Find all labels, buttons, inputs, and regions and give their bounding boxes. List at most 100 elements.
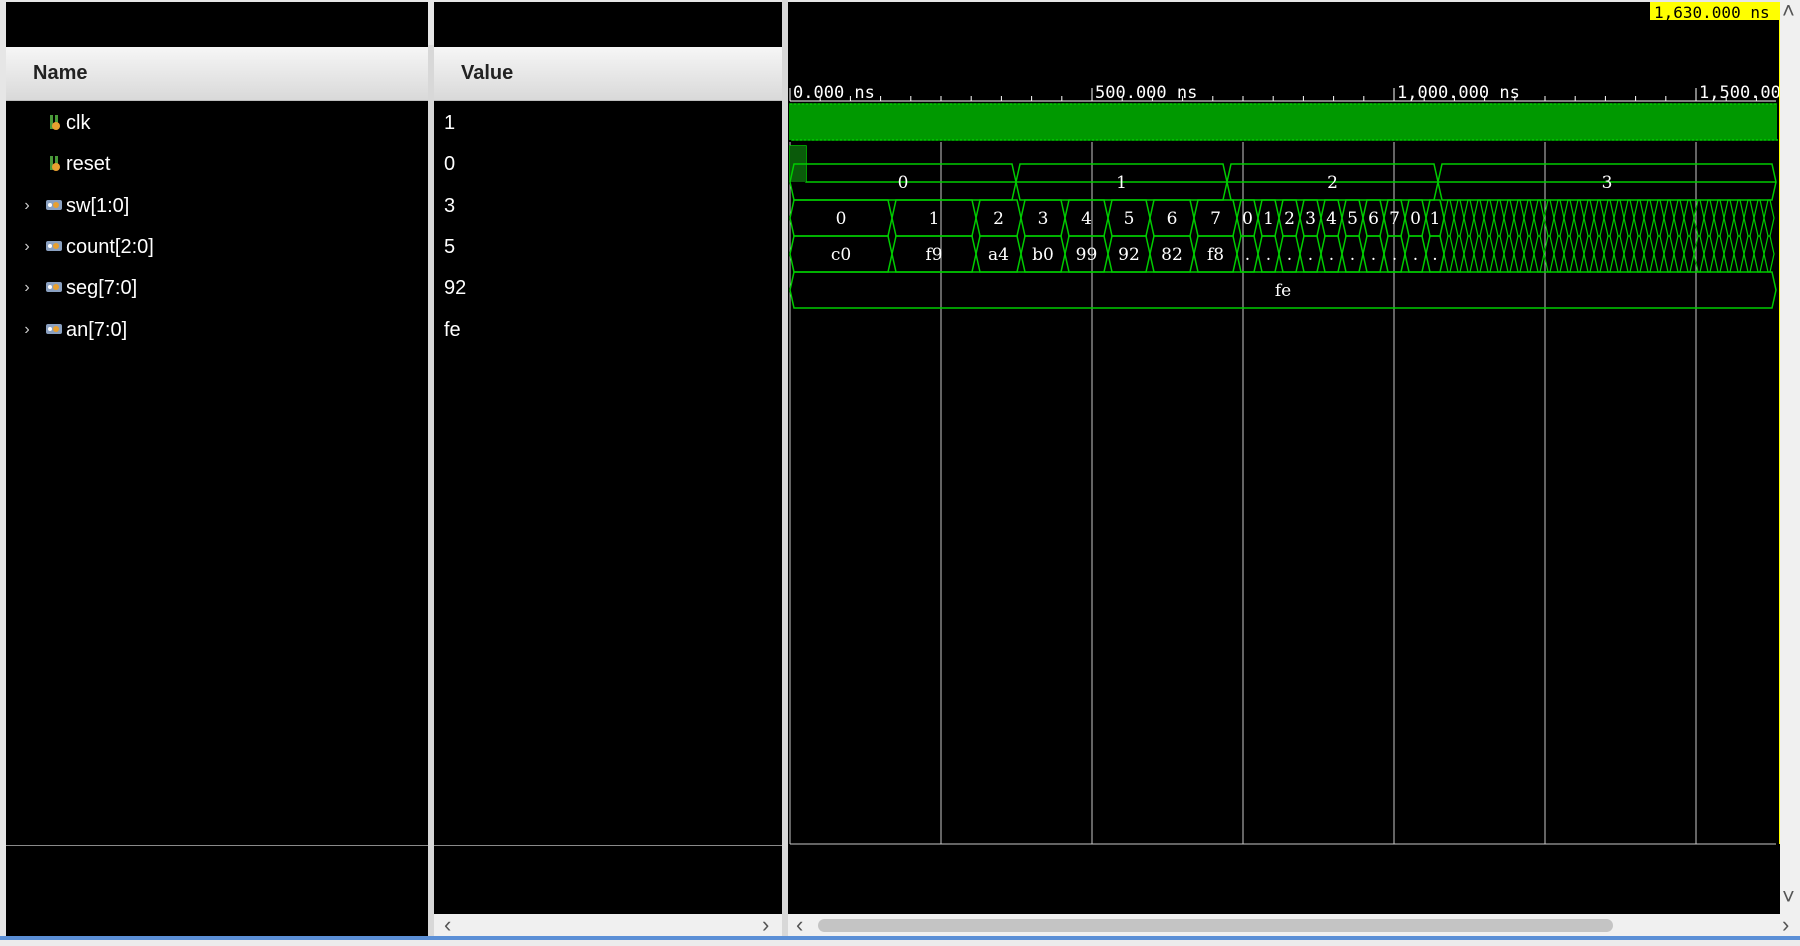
signal-value: 3	[444, 194, 456, 217]
count-dense-segment	[1503, 199, 1515, 237]
count-dense-segment	[1633, 199, 1645, 237]
seg-value-label: f8	[1207, 245, 1224, 265]
name-column-header[interactable]: Name	[6, 47, 428, 101]
count-dense-segment	[1703, 199, 1715, 237]
value-column-header[interactable]: Value	[434, 47, 782, 101]
wave-horizontal-scrollbar[interactable]: ‹ ›	[788, 914, 1800, 936]
signal-value: 92	[444, 276, 467, 299]
seg-value-label: .	[1432, 245, 1437, 265]
seg-dense-segment	[1613, 235, 1625, 273]
wave-scroll-left-icon[interactable]: ‹	[796, 914, 803, 936]
seg-dense-segment	[1553, 235, 1565, 273]
seg-value-label: .	[1245, 245, 1250, 265]
ruler-label: 0.000 ns	[793, 83, 875, 103]
seg-value-label: f9	[925, 245, 942, 265]
signal-value: fe	[444, 318, 461, 341]
seg-value-label: .	[1308, 245, 1313, 265]
count-value-label: 3	[1305, 209, 1316, 229]
count-dense-segment	[1743, 199, 1755, 237]
count-dense-segment	[1453, 199, 1465, 237]
signal-name-pane: Name clk reset › sw[1:0] › count[2:0] › seg[7:0…	[6, 2, 428, 936]
value-horizontal-scrollbar[interactable]: ‹ ›	[434, 914, 782, 936]
seg-value-label: .	[1371, 245, 1376, 265]
count-dense-segment	[1493, 199, 1505, 237]
signal-name: count[2:0]	[66, 235, 154, 258]
count-dense-segment	[1593, 199, 1605, 237]
seg-dense-segment	[1713, 235, 1725, 273]
seg-dense-segment	[1573, 235, 1585, 273]
sw-value-label: 0	[898, 173, 909, 193]
signal-row[interactable]: › an[7:0]	[6, 310, 428, 350]
count-dense-segment	[1603, 199, 1615, 237]
count-value-label: 4	[1081, 209, 1092, 229]
signal-row[interactable]: › count[2:0]	[6, 227, 428, 267]
count-dense-segment	[1483, 199, 1495, 237]
signal-row[interactable]: reset	[6, 144, 428, 184]
wave-scroll-right-icon[interactable]: ›	[1782, 914, 1789, 936]
count-value-label: 6	[1368, 209, 1379, 229]
signal-name: sw[1:0]	[66, 194, 130, 217]
clk-waveform[interactable]	[789, 103, 1778, 141]
count-value-label: 3	[1038, 209, 1049, 229]
seg-value-label: 99	[1076, 245, 1098, 265]
sw-value-label: 1	[1116, 173, 1127, 193]
scroll-up-icon[interactable]: ˄	[1782, 0, 1795, 22]
seg-dense-segment	[1523, 235, 1535, 273]
status-strip	[0, 940, 1800, 946]
seg-value-label: .	[1350, 245, 1355, 265]
seg-dense-segment	[1533, 235, 1545, 273]
seg-dense-segment	[1723, 235, 1735, 273]
count-dense-segment	[1653, 199, 1665, 237]
ruler-label: 1,000.000 ns	[1397, 83, 1520, 103]
bus-signal-icon	[46, 200, 62, 210]
seg-dense-segment	[1703, 235, 1715, 273]
expand-chevron-icon[interactable]: ›	[20, 197, 34, 215]
sw-value-label: 3	[1602, 173, 1613, 193]
count-value-label: 2	[1284, 209, 1295, 229]
time-marker-label[interactable]: 1,630.000 ns	[1650, 2, 1792, 20]
signal-name: seg[7:0]	[66, 276, 138, 299]
count-value-label: 7	[1389, 209, 1400, 229]
seg-dense-segment	[1683, 235, 1695, 273]
scroll-right-icon[interactable]: ›	[762, 914, 769, 936]
scroll-left-icon[interactable]: ‹	[444, 914, 451, 936]
count-dense-segment	[1623, 199, 1635, 237]
bit-signal-icon	[50, 115, 60, 130]
seg-dense-segment	[1763, 235, 1775, 273]
expand-chevron-icon[interactable]: ›	[20, 279, 34, 297]
seg-dense-segment	[1743, 235, 1755, 273]
signal-row[interactable]: clk	[6, 103, 428, 143]
seg-value-label: .	[1266, 245, 1271, 265]
seg-value-label: .	[1413, 245, 1418, 265]
count-dense-segment	[1723, 199, 1735, 237]
seg-dense-segment	[1733, 235, 1745, 273]
expand-chevron-icon[interactable]: ›	[20, 238, 34, 256]
expand-chevron-icon[interactable]: ›	[20, 321, 34, 339]
wave-vertical-scrollbar[interactable]: ˄ ˅	[1780, 0, 1800, 914]
wave-scroll-thumb[interactable]	[818, 919, 1613, 932]
count-value-label: 1	[1263, 209, 1274, 229]
signal-value: 1	[444, 111, 456, 134]
seg-dense-segment	[1663, 235, 1675, 273]
scroll-down-icon[interactable]: ˅	[1782, 886, 1795, 908]
name-pane-separator	[6, 845, 428, 846]
count-dense-segment	[1473, 199, 1485, 237]
signal-row[interactable]: › seg[7:0]	[6, 268, 428, 308]
count-value-label: 7	[1210, 209, 1221, 229]
ruler-label: 1,500.00	[1699, 83, 1780, 103]
seg-dense-segment	[1443, 235, 1455, 273]
seg-value-label: .	[1392, 245, 1397, 265]
count-dense-segment	[1553, 199, 1565, 237]
ruler-label: 500.000 ns	[1095, 83, 1197, 103]
seg-value-label: 82	[1161, 245, 1183, 265]
seg-dense-segment	[1463, 235, 1475, 273]
seg-dense-segment	[1603, 235, 1615, 273]
signal-name: clk	[66, 111, 91, 134]
signal-row[interactable]: › sw[1:0]	[6, 186, 428, 226]
count-value-label: 2	[993, 209, 1004, 229]
seg-dense-segment	[1653, 235, 1665, 273]
waveform-canvas[interactable]: 0.000 ns 500.000 ns 1,000.000 ns 1,500.00 0 1…	[788, 2, 1780, 914]
count-dense-segment	[1513, 199, 1525, 237]
seg-value-label: a4	[988, 245, 1009, 265]
seg-dense-segment	[1753, 235, 1765, 273]
